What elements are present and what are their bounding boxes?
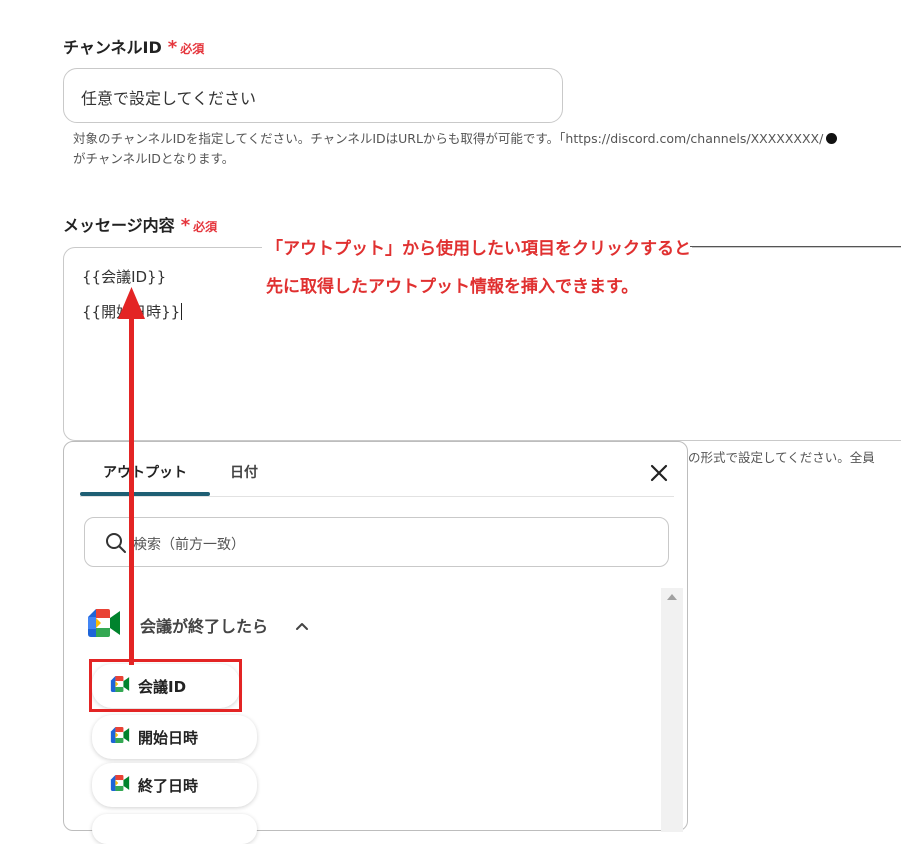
channel-id-label: チャンネルID bbox=[63, 38, 162, 57]
annotation-line-1: 「アウトプット」から使用したい項目をクリックすると bbox=[266, 239, 691, 259]
close-icon[interactable] bbox=[647, 461, 671, 485]
highlight-box bbox=[89, 659, 242, 712]
group-title[interactable]: 会議が終了したら bbox=[140, 613, 268, 637]
required-text: 必須 bbox=[180, 42, 205, 56]
message-label-row: メッセージ内容 * 必須 bbox=[63, 212, 217, 236]
text-cursor bbox=[181, 303, 183, 320]
google-meet-icon bbox=[110, 727, 130, 747]
channel-id-label-row: チャンネルID * 必須 bbox=[63, 34, 204, 58]
tab-date[interactable]: 日付 bbox=[230, 462, 258, 482]
search-input[interactable]: 検索（前方一致） bbox=[84, 517, 669, 567]
masked-dot-icon bbox=[826, 133, 838, 144]
channel-id-help: 対象のチャンネルIDを指定してください。チャンネルIDはURLからも取得が可能で… bbox=[73, 129, 901, 169]
message-help-tail: の形式で設定してください。全員 bbox=[688, 450, 875, 465]
message-line-1: {{会議ID}} bbox=[82, 268, 167, 286]
output-item-label: 開始日時 bbox=[138, 728, 199, 747]
annotation-line-2: 先に取得したアウトプット情報を挿入できます。 bbox=[266, 277, 639, 297]
output-item-start-time[interactable]: 開始日時 bbox=[92, 715, 257, 759]
message-label: メッセージ内容 bbox=[63, 216, 175, 235]
required-mark: * bbox=[180, 215, 191, 236]
output-item-label: 終了日時 bbox=[138, 776, 199, 795]
output-panel: アウトプット 日付 検索（前方一致） 会議が終了したら 会議ID 開始日時 終了… bbox=[63, 441, 688, 844]
google-meet-icon bbox=[110, 775, 130, 795]
channel-id-help-line2: がチャンネルIDとなります。 bbox=[73, 151, 235, 166]
channel-id-placeholder: 任意で設定してください bbox=[81, 89, 257, 108]
output-item-next[interactable] bbox=[92, 814, 257, 844]
scroll-up-arrow-icon[interactable] bbox=[667, 594, 677, 600]
tab-divider bbox=[80, 496, 674, 497]
output-item-end-time[interactable]: 終了日時 bbox=[92, 763, 257, 807]
channel-id-help-line1: 対象のチャンネルIDを指定してください。チャンネルIDはURLからも取得が可能で… bbox=[73, 129, 901, 149]
annotation-arrow bbox=[118, 287, 145, 665]
annotation-leader-line bbox=[690, 246, 901, 247]
required-text: 必須 bbox=[193, 220, 218, 234]
scrollbar[interactable] bbox=[661, 588, 683, 832]
required-mark: * bbox=[167, 37, 178, 58]
channel-id-input[interactable]: 任意で設定してください bbox=[63, 68, 563, 123]
chevron-up-icon[interactable] bbox=[295, 618, 309, 632]
